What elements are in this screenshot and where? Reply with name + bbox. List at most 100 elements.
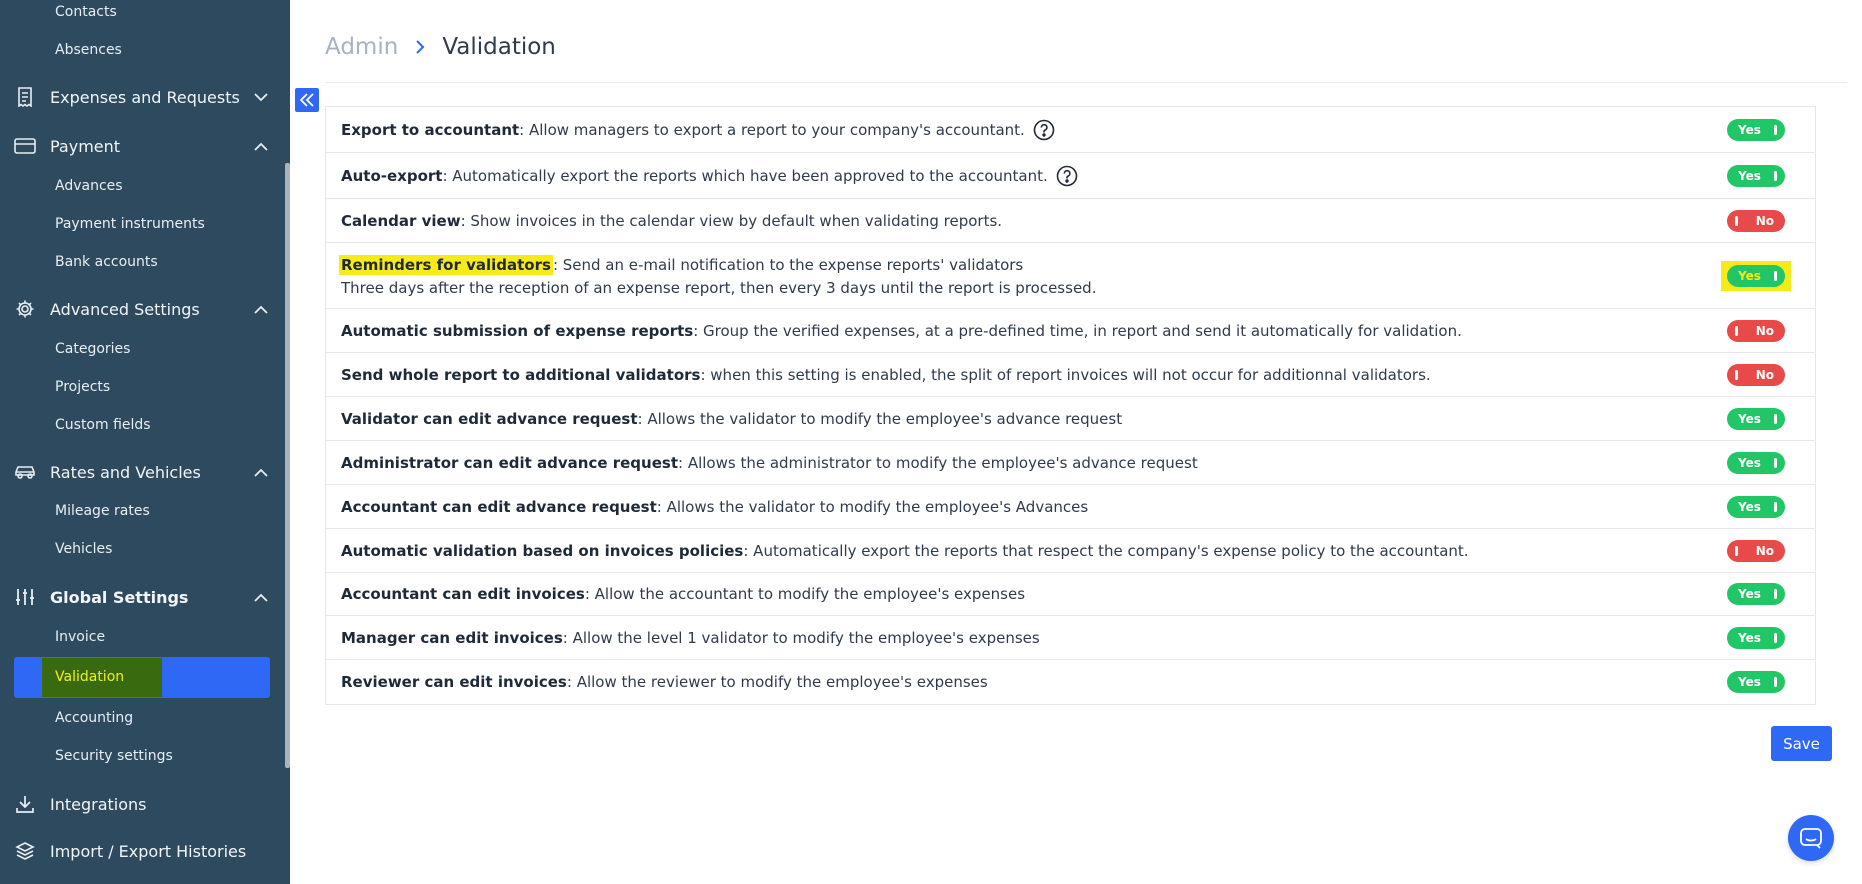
setting-row-accountant-edit-invoices: Accountant can edit invoices: Allow the … (326, 573, 1815, 616)
collapse-sidebar-button[interactable] (295, 88, 319, 112)
toggle-label: No (1755, 323, 1774, 338)
toggle-label: Yes (1738, 411, 1761, 426)
toggle-knob (1774, 589, 1777, 599)
toggle-knob (1774, 170, 1777, 181)
setting-toggle[interactable]: Yes (1727, 451, 1785, 474)
setting-toggle[interactable]: Yes (1727, 264, 1785, 287)
setting-title: Validator can edit advance request (341, 409, 638, 428)
chevron-up-icon[interactable] (252, 137, 270, 155)
sidebar-item-security-settings[interactable]: Security settings (55, 748, 173, 764)
sidebar-item-validation[interactable]: Validation (14, 657, 270, 698)
setting-row-validator-edit-advance: Validator can edit advance request: Allo… (326, 397, 1815, 441)
layers-icon (14, 840, 36, 862)
setting-description: : Allow the reviewer to modify the emplo… (566, 673, 988, 691)
gear-icon (14, 298, 36, 320)
receipt-icon (14, 86, 36, 108)
setting-title: Reminders for validators (339, 254, 553, 275)
setting-row-administrator-edit-advance: Administrator can edit advance request: … (326, 441, 1815, 485)
setting-title: Calendar view (341, 211, 461, 230)
setting-title: Send whole report to additional validato… (341, 365, 701, 384)
sidebar-item-vehicles[interactable]: Vehicles (55, 541, 112, 557)
setting-toggle[interactable]: Yes (1727, 118, 1785, 141)
sidebar-group-label: Integrations (50, 794, 147, 814)
setting-description: : when this setting is enabled, the spli… (700, 365, 1431, 384)
setting-toggle[interactable]: Yes (1727, 583, 1785, 605)
chevron-up-icon[interactable] (252, 588, 270, 606)
sidebar-group-label: Import / Export Histories (50, 841, 247, 861)
toggle-knob (1774, 270, 1777, 281)
help-icon[interactable] (1056, 165, 1078, 187)
chat-icon (1800, 828, 1822, 849)
toggle-label: Yes (1738, 122, 1761, 137)
sidebar-item-invoice[interactable]: Invoice (55, 629, 105, 645)
sidebar-group-payment[interactable]: Payment (14, 129, 270, 163)
setting-row-reviewer-edit-invoices: Reviewer can edit invoices: Allow the re… (326, 660, 1815, 704)
setting-description: : Allow the level 1 validator to modify … (562, 628, 1040, 647)
toggle-knob (1774, 457, 1777, 468)
save-button[interactable]: Save (1771, 726, 1832, 761)
chevron-up-icon[interactable] (252, 463, 270, 481)
breadcrumb-admin-link[interactable]: Admin (325, 34, 398, 60)
setting-toggle[interactable]: Yes (1727, 626, 1785, 649)
sidebar-group-import-export-histories[interactable]: Import / Export Histories (14, 834, 270, 868)
setting-description: : Allows the administrator to modify the… (678, 453, 1198, 472)
setting-description: : Group the verified expenses, at a pre-… (693, 321, 1462, 340)
toggle-label: Yes (1738, 675, 1761, 689)
setting-row-automatic-submission: Automatic submission of expense reports:… (326, 309, 1815, 353)
setting-toggle[interactable]: No (1727, 209, 1785, 232)
page-title: Validation (442, 34, 556, 60)
sidebar-item-advances[interactable]: Advances (55, 178, 123, 194)
download-icon (14, 793, 36, 815)
setting-description: : Allow the accountant to modify the emp… (584, 585, 1026, 603)
sidebar-group-expenses-and-requests[interactable]: Expenses and Requests (14, 80, 270, 114)
sidebar-item-absences[interactable]: Absences (55, 42, 122, 58)
toggle-label: No (1755, 213, 1774, 228)
setting-title: Automatic validation based on invoices p… (341, 541, 744, 560)
setting-title: Accountant can edit advance request (341, 497, 657, 516)
sidebar-item-contacts[interactable]: Contacts (55, 4, 117, 20)
sidebar-item-custom-fields[interactable]: Custom fields (55, 417, 151, 433)
chat-support-button[interactable] (1788, 815, 1834, 861)
setting-toggle[interactable]: Yes (1727, 495, 1785, 518)
setting-description: : Show invoices in the calendar view by … (460, 211, 1003, 230)
setting-description: : Allows the validator to modify the emp… (656, 497, 1089, 516)
setting-row-send-whole-report: Send whole report to additional validato… (326, 353, 1815, 397)
chevron-right-icon (410, 35, 430, 59)
sidebar-item-projects[interactable]: Projects (55, 379, 110, 395)
toggle-label: Yes (1738, 499, 1761, 514)
toggle-knob (1774, 413, 1777, 424)
sidebar-item-payment-instruments[interactable]: Payment instruments (55, 216, 205, 232)
toggle-knob (1774, 124, 1777, 135)
sidebar-scrollbar[interactable] (285, 163, 290, 768)
sidebar-item-mileage-rates[interactable]: Mileage rates (55, 503, 150, 519)
setting-toggle[interactable]: No (1727, 539, 1785, 562)
chevron-down-icon[interactable] (252, 88, 270, 106)
toggle-knob (1774, 632, 1777, 643)
sidebar-item-categories[interactable]: Categories (55, 341, 130, 357)
setting-description: : Allow managers to export a report to y… (519, 120, 1025, 139)
sidebar-group-label: Advanced Settings (50, 299, 200, 319)
setting-row-accountant-edit-advance: Accountant can edit advance request: All… (326, 485, 1815, 529)
setting-row-reminders-for-validators: Reminders for validators: Send an e-mail… (326, 243, 1815, 309)
toggle-label: No (1755, 367, 1774, 382)
setting-toggle[interactable]: Yes (1727, 164, 1785, 187)
setting-toggle[interactable]: Yes (1727, 671, 1785, 693)
toggle-label: Yes (1738, 630, 1761, 645)
setting-row-manager-edit-invoices: Manager can edit invoices: Allow the lev… (326, 616, 1815, 660)
setting-description: : Automatically export the reports that … (743, 541, 1469, 560)
sidebar-group-integrations[interactable]: Integrations (14, 787, 270, 821)
setting-description: : Send an e-mail notification to the exp… (552, 255, 1024, 274)
setting-toggle[interactable]: No (1727, 363, 1785, 386)
setting-toggle[interactable]: No (1727, 319, 1785, 342)
chevron-up-icon[interactable] (252, 300, 270, 318)
sidebar-group-advanced-settings[interactable]: Advanced Settings (14, 292, 270, 326)
sidebar-item-label: Validation (55, 669, 125, 685)
sidebar-item-bank-accounts[interactable]: Bank accounts (55, 254, 158, 270)
sidebar-group-rates-and-vehicles[interactable]: Rates and Vehicles (14, 455, 270, 489)
sidebar-group-label: Payment (50, 136, 121, 156)
toggle-knob (1735, 545, 1738, 556)
setting-toggle[interactable]: Yes (1727, 407, 1785, 430)
sidebar-group-global-settings[interactable]: Global Settings (14, 580, 270, 614)
help-icon[interactable] (1033, 119, 1055, 141)
sidebar-item-accounting[interactable]: Accounting (55, 710, 133, 726)
